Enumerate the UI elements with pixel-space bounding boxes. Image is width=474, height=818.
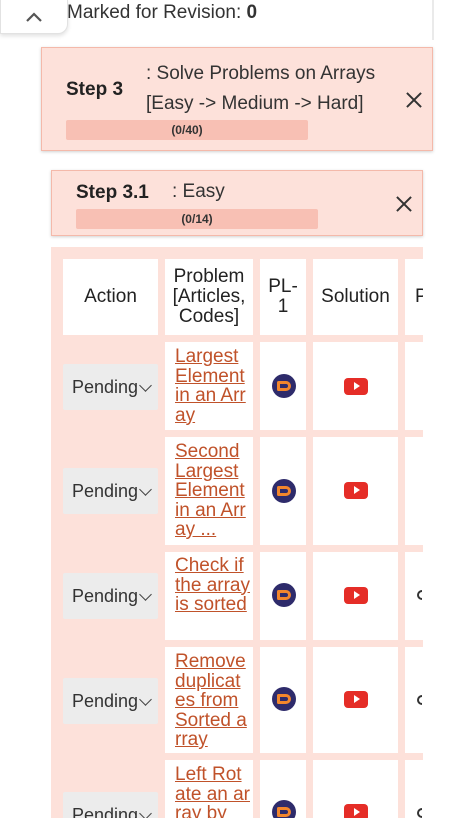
youtube-icon[interactable] (344, 378, 368, 395)
chevron-down-icon (139, 588, 152, 601)
chevron-down-icon (139, 693, 152, 706)
step-description-line-1: : Solve Problems on Arrays (146, 63, 376, 84)
status-dropdown[interactable]: Pending (63, 573, 158, 619)
problem-link[interactable]: Second Largest Element in an Array ... (175, 442, 251, 540)
problems-table: Action Problem [Articles, Codes] PL- 1 S… (51, 247, 423, 818)
problem-link[interactable]: Remove duplicates from Sorted array (175, 652, 251, 750)
partial-cell (405, 342, 423, 430)
status-dropdown[interactable]: Pending (63, 364, 158, 410)
partial-icon[interactable] (417, 808, 422, 818)
chevron-down-icon (139, 379, 152, 392)
youtube-icon[interactable] (344, 804, 368, 818)
substep-progress-bar: (0/14) (76, 209, 318, 229)
status-dropdown[interactable]: Pending (63, 468, 158, 514)
revision-label: Marked for Revision: (67, 2, 242, 23)
substep-title: Step 3.1 (76, 182, 149, 203)
codingninjas-icon[interactable] (272, 374, 296, 398)
codingninjas-icon[interactable] (272, 583, 296, 607)
youtube-icon[interactable] (344, 482, 368, 499)
chevron-down-icon (139, 807, 152, 818)
column-header-solution: Solution (313, 259, 398, 335)
problem-link[interactable]: Largest Element in an Array (175, 347, 251, 425)
chevron-up-icon (26, 11, 42, 22)
status-dropdown[interactable]: Pending (63, 792, 158, 818)
youtube-icon[interactable] (344, 587, 368, 604)
partial-icon[interactable] (417, 590, 422, 600)
youtube-icon[interactable] (344, 691, 368, 708)
column-header-pl1: PL- 1 (260, 259, 306, 335)
status-dropdown[interactable]: Pending (63, 678, 158, 724)
column-header-action: Action (63, 259, 158, 335)
step-3-panel[interactable]: Step 3 : Solve Problems on Arrays [Easy … (41, 47, 433, 151)
step-description-line-2: [Easy -> Medium -> Hard] (146, 93, 364, 114)
collapse-button[interactable] (0, 0, 68, 34)
partial-icon[interactable] (417, 695, 422, 705)
close-icon[interactable] (395, 195, 413, 213)
chevron-down-icon (139, 483, 152, 496)
substep-progress-text: (0/14) (181, 212, 213, 226)
divider (432, 0, 434, 40)
codingninjas-icon[interactable] (272, 800, 296, 818)
step-progress-bar: (0/40) (66, 120, 308, 140)
step-title: Step 3 (66, 79, 124, 100)
problem-link[interactable]: Left Rotate an array by (175, 765, 251, 818)
codingninjas-icon[interactable] (272, 479, 296, 503)
top-bar: Marked for Revision: 0 (0, 0, 474, 40)
revision-count: 0 (246, 2, 258, 23)
substep-description: : Easy (172, 181, 225, 202)
revision-status: Marked for Revision: 0 (67, 2, 257, 24)
step-progress-text: (0/40) (171, 123, 203, 137)
partial-cell (405, 437, 423, 545)
codingninjas-icon[interactable] (272, 687, 296, 711)
close-icon[interactable] (405, 91, 423, 109)
column-header-partial: P (405, 259, 423, 335)
step-3-1-panel[interactable]: Step 3.1 : Easy (0/14) (51, 170, 423, 236)
problem-link[interactable]: Check if the array is sorted (175, 556, 251, 615)
column-header-problem: Problem [Articles, Codes] (165, 259, 253, 335)
